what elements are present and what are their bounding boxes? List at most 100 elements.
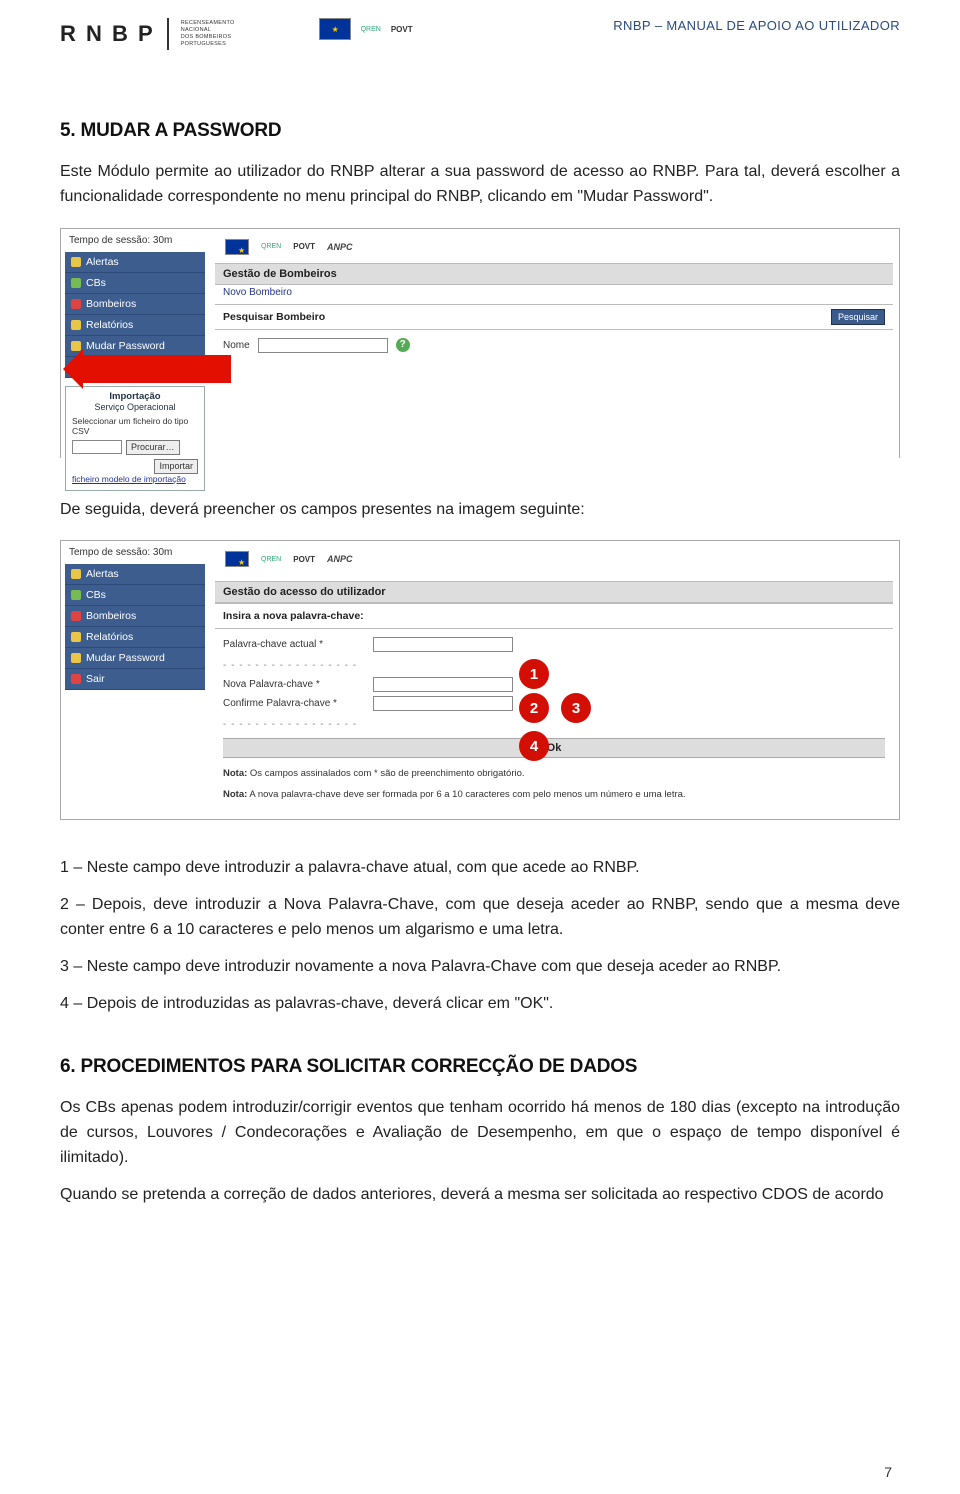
exit-icon [71,674,81,684]
content-area: QREN POVT ANPC Gestão de Bombeiros Novo … [209,229,899,495]
main-menu: Alertas CBs Bombeiros Relatórios Mudar P… [65,564,205,690]
form-title: Gestão do acesso do utilizador [215,581,893,603]
menu-label: Bombeiros [86,610,136,622]
step-3: 3 – Neste campo deve introduzir novament… [60,955,900,980]
session-timer: Tempo de sessão: 30m [65,233,205,252]
form-subtitle: Insira a nova palavra-chave: [215,603,893,629]
divider: - - - - - - - - - - - - - - - - - [223,660,513,671]
logo-sub-3: DOS BOMBEIROS [181,34,235,41]
qren-logo-icon: QREN [261,243,281,250]
nome-label: Nome [223,340,250,351]
povt-logo-icon: POVT [293,555,315,564]
nome-input[interactable] [258,338,388,353]
bombeiro-icon [71,611,81,621]
menu-label: Relatórios [86,631,133,643]
menu-mudar-password[interactable]: Mudar Password [65,336,205,357]
menu-relatorios[interactable]: Relatórios [65,315,205,336]
import-btn-row: Importar [72,459,198,474]
search-button[interactable]: Pesquisar [831,309,885,325]
import-panel: Importação Serviço Operacional Seleccion… [65,386,205,491]
alert-icon [71,257,81,267]
logo-divider [167,18,169,50]
logo-sub-2: NACIONAL [181,27,235,34]
eu-flag-icon [225,551,249,567]
note-1: Nota: Os campos assinalados com * são de… [223,768,885,779]
import-template-link[interactable]: ficheiro modelo de importação [72,474,186,484]
menu-relatorios[interactable]: Relatórios [65,627,205,648]
doc-title: RNBP – MANUAL DE APOIO AO UTILIZADOR [613,18,900,33]
step-4: 4 – Depois de introduzidas as palavras-c… [60,992,900,1017]
session-timer: Tempo de sessão: 30m [65,545,205,564]
lbl-new-pw: Nova Palavra-chave * [223,679,373,690]
import-title: Importação [72,391,198,402]
confirm-password-input[interactable] [373,696,513,711]
logo-text: R N B P [60,21,155,47]
mid-paragraph: De seguida, deverá preencher os campos p… [60,498,900,523]
povt-logo-icon: POVT [293,242,315,251]
note-2-t: A nova palavra-chave deve ser formada po… [247,789,685,800]
note-1-t: Os campos assinalados com * são de preen… [247,768,524,779]
page-number: 7 [884,1464,892,1480]
section-6-title: 6. PROCEDIMENTOS PARA SOLICITAR CORRECÇÃ… [60,1056,900,1078]
bombeiro-icon [71,299,81,309]
report-icon [71,632,81,642]
eu-flag-icon [319,18,351,40]
qren-logo-icon: QREN [261,556,281,563]
menu-label: Alertas [86,568,119,580]
menu-bombeiros[interactable]: Bombeiros [65,606,205,627]
content-logos: QREN POVT ANPC [215,235,893,263]
menu-label: CBs [86,589,106,601]
menu-label: Relatórios [86,319,133,331]
note-2-b: Nota: [223,789,247,800]
import-button[interactable]: Importar [154,459,198,474]
note-2: Nota: A nova palavra-chave deve ser form… [223,789,885,800]
divider: - - - - - - - - - - - - - - - - - [223,719,513,730]
menu-mudar-password[interactable]: Mudar Password [65,648,205,669]
search-label: Pesquisar Bombeiro [223,311,325,323]
step-1: 1 – Neste campo deve introduzir a palavr… [60,856,900,881]
form-fields: Palavra-chave actual * - - - - - - - - -… [223,637,885,732]
browse-button[interactable]: Procurar… [126,440,180,455]
anpc-logo-icon: ANPC [327,554,353,564]
password-form: Gestão do acesso do utilizador Insira a … [215,575,893,806]
menu-bombeiros[interactable]: Bombeiros [65,294,205,315]
screenshot-2: Tempo de sessão: 30m Alertas CBs Bombeir… [60,540,900,820]
menu-label: Bombeiros [86,298,136,310]
menu-alertas[interactable]: Alertas [65,564,205,585]
lbl-current-pw: Palavra-chave actual * [223,639,373,650]
povt-logo-icon: POVT [391,25,413,34]
menu-label: Mudar Password [86,652,165,664]
key-icon [71,653,81,663]
content-logos: QREN POVT ANPC [215,547,893,575]
import-file-input[interactable] [72,440,122,454]
new-password-input[interactable] [373,677,513,692]
section-6-p1: Os CBs apenas podem introduzir/corrigir … [60,1096,900,1170]
novo-bombeiro-link[interactable]: Novo Bombeiro [223,287,292,298]
header-left: R N B P RECENSEAMENTO NACIONAL DOS BOMBE… [60,18,413,50]
rnbp-logo: R N B P RECENSEAMENTO NACIONAL DOS BOMBE… [60,18,235,50]
content-area: QREN POVT ANPC Gestão do acesso do utili… [209,541,899,816]
panel-title: Gestão de Bombeiros [215,263,893,285]
import-hint: Seleccionar um ficheiro do tipo CSV [72,416,198,436]
anpc-logo-icon: ANPC [327,242,353,252]
alert-icon [71,569,81,579]
eu-flag-icon [225,239,249,255]
ok-button[interactable]: Ok [223,738,885,758]
nome-row: Nome ? [215,330,893,361]
menu-cbs[interactable]: CBs [65,273,205,294]
current-password-input[interactable] [373,637,513,652]
menu-alertas[interactable]: Alertas [65,252,205,273]
help-icon[interactable]: ? [396,338,410,352]
menu-cbs[interactable]: CBs [65,585,205,606]
sidebar: Tempo de sessão: 30m Alertas CBs Bombeir… [61,541,209,816]
section-5-title: 5. MUDAR A PASSWORD [60,120,900,142]
section-6-p2: Quando se pretenda a correção de dados a… [60,1183,900,1208]
import-sub: Serviço Operacional [72,402,198,412]
menu-sair[interactable]: Sair [65,669,205,690]
logo-sub-1: RECENSEAMENTO [181,20,235,27]
menu-label: Alertas [86,256,119,268]
menu-label: Mudar Password [86,340,165,352]
logo-subtitle: RECENSEAMENTO NACIONAL DOS BOMBEIROS POR… [181,20,235,49]
qren-logo-icon: QREN [361,26,381,33]
menu-label: CBs [86,277,106,289]
